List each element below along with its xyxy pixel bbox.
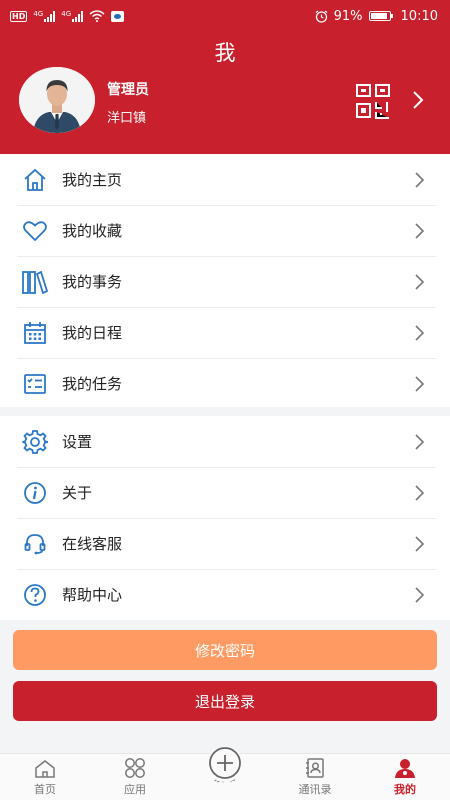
calendar-icon: [20, 318, 50, 348]
menu-item-label: 我的任务: [62, 375, 123, 393]
menu-item-label: 我的主页: [62, 171, 123, 189]
chevron-right-icon: [415, 586, 425, 603]
change-password-button[interactable]: 修改密码: [13, 630, 437, 670]
battery-icon: [368, 11, 393, 21]
page-title: 我: [214, 41, 236, 65]
battery-fill: [370, 13, 387, 19]
headset-icon: [20, 529, 50, 559]
task-list-icon: [20, 369, 50, 399]
network-4g-2: 4G: [61, 10, 84, 22]
menu-item-home[interactable]: 我的主页: [0, 154, 450, 205]
menu-item-label: 我的事务: [62, 273, 123, 291]
chevron-right-icon: [415, 324, 425, 341]
logout-button[interactable]: 退出登录: [13, 681, 437, 721]
signal-icon: [44, 10, 56, 22]
wifi-icon: [89, 10, 105, 22]
menu-item-label: 设置: [62, 433, 93, 451]
chevron-right-icon: [415, 273, 425, 290]
profile-chevron-right-icon[interactable]: [408, 88, 428, 112]
plus-circle-icon: [207, 746, 243, 782]
menu-item-label: 关于: [62, 484, 93, 502]
menu-item-favorites[interactable]: 我的收藏: [0, 205, 450, 256]
chevron-right-icon: [415, 171, 425, 188]
home-icon: [20, 165, 50, 195]
user-name: 管理员: [107, 82, 149, 98]
tab-mine[interactable]: 我的: [360, 754, 450, 800]
status-left: HD 4G 4G: [10, 10, 125, 22]
info-icon: [20, 478, 50, 508]
message-notification-icon: [111, 10, 125, 22]
menu-item-affairs[interactable]: 我的事务: [0, 256, 450, 307]
menu-group-personal: 我的主页 我的收藏 我的事务 我的日程 我的任务: [0, 154, 450, 407]
battery-percent: 91%: [333, 8, 363, 24]
clock: 10:10: [400, 8, 438, 24]
menu-item-settings[interactable]: 设置: [0, 416, 450, 467]
tab-publish[interactable]: 发布: [180, 746, 270, 800]
bottom-tab-bar: 首页 应用 发布 通讯录 我的: [0, 746, 450, 800]
menu-item-label: 在线客服: [62, 535, 123, 553]
menu-item-help-center[interactable]: 帮助中心: [0, 569, 450, 620]
user-icon: [395, 759, 415, 778]
menu-item-tasks[interactable]: 我的任务: [0, 358, 450, 409]
network-4g-1: 4G: [33, 10, 56, 22]
heart-icon: [20, 216, 50, 246]
signal-icon-2: [72, 10, 84, 22]
tab-label: 首页: [34, 783, 56, 796]
menu-item-about[interactable]: 关于: [0, 467, 450, 518]
menu-item-label: 我的收藏: [62, 222, 123, 240]
chevron-right-icon: [415, 535, 425, 552]
menu-item-schedule[interactable]: 我的日程: [0, 307, 450, 358]
tab-label: 通讯录: [298, 783, 332, 796]
gear-icon: [20, 427, 50, 457]
books-icon: [20, 267, 50, 297]
menu-item-label: 帮助中心: [62, 586, 123, 604]
menu-group-system: 设置 关于 在线客服 帮助中心: [0, 416, 450, 620]
chevron-right-icon: [415, 433, 425, 450]
menu-item-label: 我的日程: [62, 324, 123, 342]
tab-label: 应用: [124, 783, 146, 796]
chevron-right-icon: [415, 222, 425, 239]
chevron-right-icon: [415, 375, 425, 392]
profile-header: HD 4G 4G 91% 10:10 我 管理员 洋口镇: [0, 0, 450, 154]
alarm-icon: [315, 10, 327, 23]
tab-apps[interactable]: 应用: [90, 754, 180, 800]
chevron-right-icon: [415, 484, 425, 501]
tab-contacts[interactable]: 通讯录: [270, 754, 360, 800]
status-bar: HD 4G 4G 91% 10:10: [0, 0, 450, 32]
user-organization: 洋口镇: [107, 111, 147, 126]
menu-item-customer-service[interactable]: 在线客服: [0, 518, 450, 569]
home-icon: [35, 760, 55, 778]
status-right: 91% 10:10: [315, 9, 438, 24]
tab-label: 我的: [394, 783, 416, 796]
apps-icon: [125, 758, 145, 778]
qr-code-icon[interactable]: [354, 82, 392, 120]
avatar[interactable]: [19, 67, 95, 133]
contacts-icon: [306, 758, 324, 778]
help-icon: [20, 580, 50, 610]
hd-badge: HD: [10, 10, 28, 22]
avatar-person-icon: [19, 67, 95, 133]
tab-home[interactable]: 首页: [0, 754, 90, 800]
